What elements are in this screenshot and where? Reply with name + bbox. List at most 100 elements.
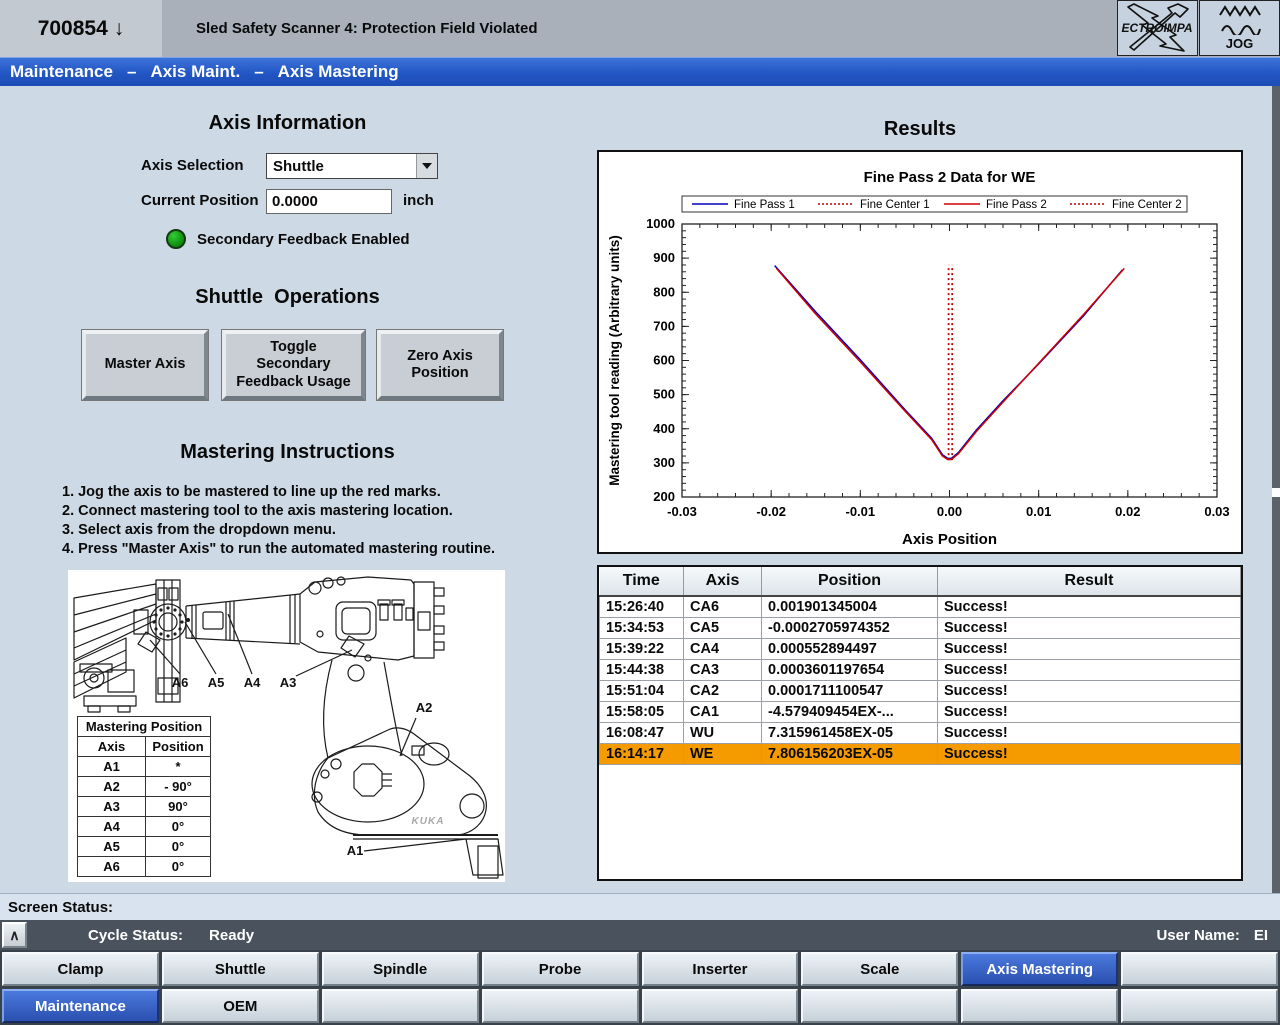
svg-text:400: 400: [653, 421, 675, 436]
nav-spindle-button[interactable]: Spindle: [322, 952, 479, 986]
svg-text:0.03: 0.03: [1204, 504, 1229, 519]
instruction-step: 4. Press "Master Axis" to run the automa…: [62, 540, 532, 559]
mastering-table-row: A390°: [78, 797, 211, 817]
breadcrumb-item-axis-mastering[interactable]: Axis Mastering: [278, 62, 399, 82]
breadcrumb-separator: –: [254, 62, 263, 82]
breadcrumb-item-maintenance[interactable]: Maintenance: [10, 62, 113, 82]
nav-empty-button[interactable]: [961, 989, 1118, 1023]
nav-maintenance-button[interactable]: Maintenance: [2, 989, 159, 1023]
nav-clamp-button[interactable]: Clamp: [2, 952, 159, 986]
jog-label: JOG: [1226, 36, 1253, 51]
results-table: TimeAxisPositionResult 15:26:40CA60.0019…: [599, 567, 1241, 765]
mastering-table-row: A60°: [78, 857, 211, 877]
jog-mode-button[interactable]: JOG: [1199, 0, 1280, 56]
table-row[interactable]: 15:34:53CA5-0.0002705974352Success!: [600, 618, 1241, 639]
nav-probe-button[interactable]: Probe: [482, 952, 639, 986]
instruction-step: 3. Select axis from the dropdown menu.: [62, 521, 532, 540]
svg-text:600: 600: [653, 353, 675, 368]
right-edge-scrollbar[interactable]: [1272, 86, 1280, 893]
joint-label-a5: A5: [208, 675, 225, 690]
cycle-status-label: Cycle Status:: [88, 927, 183, 944]
current-position-label: Current Position: [141, 192, 259, 209]
results-table-body: 15:26:40CA60.001901345004Success!15:34:5…: [600, 596, 1241, 765]
nav-empty-button[interactable]: [1121, 989, 1278, 1023]
table-row[interactable]: 15:44:38CA30.0003601197654Success!: [600, 660, 1241, 681]
fine-pass-chart: Fine Pass 2 Data for WEFine Pass 1Fine C…: [599, 152, 1241, 552]
master-axis-button[interactable]: Master Axis: [82, 330, 208, 400]
svg-text:Fine Pass 1: Fine Pass 1: [734, 199, 795, 211]
svg-text:ECTROIMPA: ECTROIMPA: [1121, 21, 1192, 35]
collapse-chevron-icon: ∧: [9, 927, 19, 944]
alarm-number: 700854: [38, 17, 108, 41]
screen-status-bar: Screen Status:: [0, 893, 1280, 920]
svg-text:0.01: 0.01: [1026, 504, 1051, 519]
axis-selection-label: Axis Selection: [141, 157, 244, 174]
mastering-instructions-list: 1. Jog the axis to be mastered to line u…: [62, 483, 532, 559]
user-name-label: User Name:: [1156, 927, 1239, 944]
svg-text:-0.01: -0.01: [846, 504, 876, 519]
nav-empty-button[interactable]: [482, 989, 639, 1023]
joint-label-a6: A6: [172, 675, 189, 690]
nav-shuttle-button[interactable]: Shuttle: [162, 952, 319, 986]
svg-text:Fine Pass 2: Fine Pass 2: [986, 199, 1047, 211]
svg-text:Fine Center 2: Fine Center 2: [1112, 199, 1182, 211]
table-row[interactable]: 15:39:22CA40.000552894497Success!: [600, 639, 1241, 660]
nav-empty-button[interactable]: [322, 989, 479, 1023]
nav-empty-button[interactable]: [801, 989, 958, 1023]
dropdown-arrow-icon[interactable]: [416, 154, 437, 178]
axis-selection-value: Shuttle: [267, 158, 416, 175]
svg-text:0.00: 0.00: [937, 504, 962, 519]
nav-scale-button[interactable]: Scale: [801, 952, 958, 986]
table-row[interactable]: 15:26:40CA60.001901345004Success!: [600, 596, 1241, 618]
svg-text:-0.03: -0.03: [667, 504, 697, 519]
svg-text:200: 200: [653, 489, 675, 504]
breadcrumb-separator: –: [127, 62, 136, 82]
results-table-header: TimeAxisPositionResult: [600, 567, 1241, 596]
mastering-instructions-title: Mastering Instructions: [90, 441, 485, 464]
instruction-step: 1. Jog the axis to be mastered to line u…: [62, 483, 532, 502]
electroimpact-logo-button[interactable]: ECTROIMPA: [1117, 0, 1198, 56]
current-position-field[interactable]: 0.0000: [266, 189, 392, 214]
nav-oem-button[interactable]: OEM: [162, 989, 319, 1023]
collapse-button[interactable]: ∧: [2, 922, 27, 948]
breadcrumb-item-axis-maint[interactable]: Axis Maint.: [150, 62, 240, 82]
zero-axis-position-button[interactable]: Zero Axis Position: [377, 330, 503, 400]
table-row[interactable]: 16:08:47WU7.315961458EX-05Success!: [600, 723, 1241, 744]
user-name-value: EI: [1254, 927, 1268, 944]
joint-label-a2: A2: [416, 700, 433, 715]
mastering-position-table: Mastering Position Axis Position A1*A2- …: [77, 716, 211, 877]
axis-selection-dropdown[interactable]: Shuttle: [266, 153, 438, 179]
svg-text:-0.02: -0.02: [756, 504, 786, 519]
axis-information-title: Axis Information: [90, 112, 485, 135]
results-table-panel: TimeAxisPositionResult 15:26:40CA60.0019…: [597, 565, 1243, 881]
svg-text:700: 700: [653, 318, 675, 333]
table-row[interactable]: 15:51:04CA20.0001711100547Success!: [600, 681, 1241, 702]
joint-label-a1: A1: [347, 843, 364, 858]
table-row[interactable]: 16:14:17WE7.806156203EX-05Success!: [600, 744, 1241, 765]
mastering-table-header: Axis Position: [78, 737, 211, 757]
table-row[interactable]: 15:58:05CA1-4.579409454EX-...Success!: [600, 702, 1241, 723]
instruction-step: 2. Connect mastering tool to the axis ma…: [62, 502, 532, 521]
secondary-feedback-label: Secondary Feedback Enabled: [197, 231, 410, 248]
svg-text:0.02: 0.02: [1115, 504, 1140, 519]
nav-axis-mastering-button[interactable]: Axis Mastering: [961, 952, 1118, 986]
toggle-secondary-feedback-button[interactable]: Toggle Secondary Feedback Usage: [222, 330, 365, 400]
chart-panel: Fine Pass 2 Data for WEFine Pass 1Fine C…: [597, 150, 1243, 554]
nav-empty-button[interactable]: [1121, 952, 1278, 986]
mastering-table-row: A40°: [78, 817, 211, 837]
top-alarm-bar: 700854 ↓ Sled Safety Scanner 4: Protecti…: [0, 0, 1280, 57]
alarm-number-button[interactable]: 700854 ↓: [0, 0, 162, 57]
mastering-table-body: A1*A2- 90°A390°A40°A50°A60°: [78, 757, 211, 877]
secondary-feedback-led-icon: [166, 229, 186, 249]
nav-inserter-button[interactable]: Inserter: [642, 952, 799, 986]
breadcrumb: Maintenance – Axis Maint. – Axis Masteri…: [0, 57, 1280, 86]
alarm-message: Sled Safety Scanner 4: Protection Field …: [196, 0, 537, 57]
joint-label-a3: A3: [280, 675, 297, 690]
svg-text:Fine Center 1: Fine Center 1: [860, 199, 930, 211]
alarm-dropdown-arrow-icon[interactable]: ↓: [114, 17, 125, 41]
robot-diagram-panel: A6 A5 A4 A3 A2 A1 KUKA Mastering Positio…: [68, 570, 505, 882]
nav-empty-button[interactable]: [642, 989, 799, 1023]
cycle-status-value: Ready: [209, 927, 254, 944]
svg-text:500: 500: [653, 387, 675, 402]
current-position-unit: inch: [403, 192, 434, 209]
